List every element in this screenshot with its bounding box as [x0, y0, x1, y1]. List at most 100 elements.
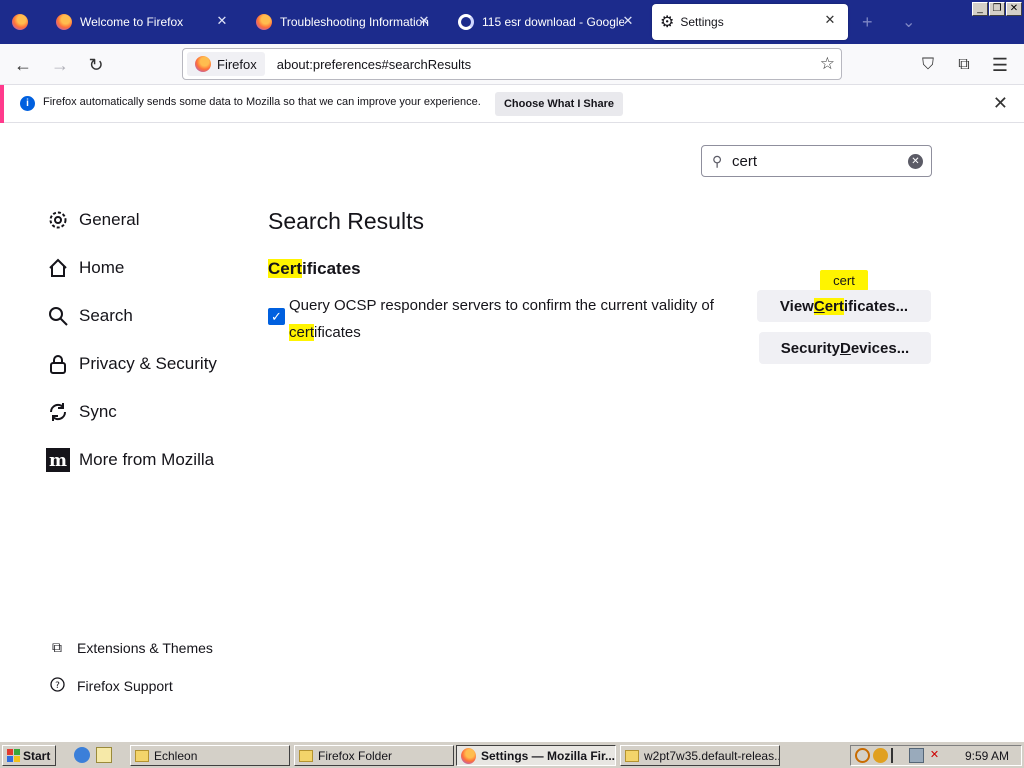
taskbar-item-settings-firefox[interactable]: Settings — Mozilla Fir... [456, 745, 616, 766]
tab-troubleshooting[interactable]: Troubleshooting Information ✕ [248, 0, 442, 44]
notepad-icon[interactable] [96, 747, 112, 763]
volume-muted-icon[interactable]: ✕ [927, 748, 942, 763]
category-general[interactable]: General [46, 208, 139, 232]
url-bar[interactable]: Firefox about:preferences#searchResults … [182, 48, 842, 80]
button-label-part: View [779, 297, 814, 315]
security-icon[interactable] [873, 748, 888, 763]
ocsp-checkbox-label[interactable]: Query OCSP responder servers to confirm … [289, 292, 719, 346]
network-icon[interactable] [909, 748, 924, 763]
accesskey-letter: D [839, 339, 851, 357]
clear-search-icon[interactable]: ✕ [908, 154, 923, 169]
search-highlight: cert [289, 324, 315, 341]
reload-button[interactable]: ↻ [83, 52, 109, 78]
minimize-button[interactable]: _ [972, 2, 988, 16]
puzzle-icon: ⧉ [52, 639, 62, 655]
google-icon [458, 14, 474, 30]
category-more-from-mozilla[interactable]: m More from Mozilla [46, 448, 214, 472]
clock: 9:59 AM [964, 748, 1009, 763]
taskbar-item-echleon[interactable]: Echleon [130, 745, 290, 766]
mozilla-icon: m [46, 448, 70, 472]
gear-icon: ⚙ [660, 14, 675, 31]
magnifier-icon[interactable] [855, 748, 870, 763]
taskbar-item-profile-folder[interactable]: w2pt7w35.default-releas... [620, 745, 780, 766]
security-devices-button[interactable]: Security Devices... [759, 332, 931, 364]
tab-title: Welcome to Firefox [80, 15, 184, 29]
firefox-icon [195, 56, 211, 72]
taskbar-item-label: Settings — Mozilla Fir... [480, 748, 615, 763]
tab-settings[interactable]: ⚙ Settings ✕ [652, 4, 848, 40]
close-icon[interactable]: ✕ [993, 93, 1008, 114]
folder-icon [299, 749, 313, 762]
choose-what-i-share-button[interactable]: Choose What I Share [495, 92, 623, 116]
search-icon: ⚲ [712, 152, 723, 169]
settings-search-input[interactable]: ⚲ cert ✕ [701, 145, 932, 177]
close-tab-icon[interactable]: ✕ [822, 12, 838, 28]
firefox-icon [461, 747, 476, 764]
category-search[interactable]: Search [46, 304, 133, 328]
close-tab-icon[interactable]: ✕ [620, 13, 636, 29]
identity-box[interactable]: Firefox [187, 52, 265, 76]
taskbar-item-firefox-folder[interactable]: Firefox Folder [294, 745, 454, 766]
firefox-menu-icon[interactable] [12, 0, 30, 44]
windows-logo-icon [7, 749, 20, 762]
category-sync[interactable]: Sync [46, 400, 117, 424]
search-value[interactable]: cert [732, 153, 757, 170]
category-home[interactable]: Home [46, 256, 124, 280]
pocket-icon: ⛉ [921, 56, 934, 73]
hamburger-menu-icon: ☰ [991, 54, 1009, 75]
home-icon [46, 256, 70, 280]
firefox-support-link[interactable]: ? Firefox Support [48, 677, 173, 695]
search-highlight: Cert [813, 297, 844, 315]
puzzle-icon: ⧉ [958, 56, 970, 73]
forward-button[interactable]: → [47, 52, 73, 78]
extensions-themes-link[interactable]: ⧉ Extensions & Themes [48, 639, 213, 656]
window-controls: _ ❐ ✕ [972, 2, 1022, 16]
flag-icon[interactable] [891, 748, 906, 763]
page-title: Search Results [268, 208, 424, 234]
notification-accent [0, 85, 4, 123]
tab-title: 115 esr download - Google Se [482, 15, 624, 29]
restore-button[interactable]: ❐ [989, 2, 1005, 16]
ocsp-label-rest: ificates [314, 324, 361, 341]
navigation-toolbar: ← → ↻ Firefox about:preferences#searchRe… [0, 44, 1024, 85]
taskbar-item-label: Firefox Folder [318, 748, 393, 763]
ocsp-checkbox[interactable]: ✓ [268, 308, 285, 325]
list-all-tabs-button[interactable]: ⌄ [902, 0, 920, 44]
button-label-part: Security [780, 339, 840, 357]
start-label: Start [23, 748, 51, 763]
back-button[interactable]: ← [10, 52, 36, 78]
checkmark-icon: ✓ [271, 309, 282, 324]
button-label-part: evices... [850, 339, 910, 357]
bookmark-star-icon[interactable]: ☆ [820, 54, 835, 74]
extensions-button[interactable]: ⧉ [951, 52, 977, 78]
category-label: General [79, 210, 140, 229]
start-button[interactable]: Start [2, 745, 56, 766]
url-text[interactable]: about:preferences#searchResults [277, 57, 471, 72]
lock-icon [46, 352, 70, 376]
arrow-left-icon: ← [14, 54, 32, 75]
category-privacy[interactable]: Privacy & Security [46, 352, 217, 376]
category-label: Privacy & Security [79, 354, 217, 373]
identity-label: Firefox [217, 56, 257, 72]
category-label: More from Mozilla [79, 450, 215, 469]
svg-text:m: m [49, 451, 67, 471]
footer-link-label: Firefox Support [77, 678, 173, 694]
tab-title: Troubleshooting Information [280, 15, 429, 29]
footer-link-label: Extensions & Themes [77, 639, 213, 656]
button-label-part: ificates... [843, 297, 909, 315]
category-label: Sync [79, 402, 117, 421]
close-window-button[interactable]: ✕ [1006, 2, 1022, 16]
close-tab-icon[interactable]: ✕ [214, 13, 230, 29]
tab-google-search[interactable]: 115 esr download - Google Se ✕ [450, 0, 646, 44]
data-reporting-notification: i Firefox automatically sends some data … [0, 85, 1024, 123]
tab-welcome[interactable]: Welcome to Firefox ✕ [48, 0, 240, 44]
view-certificates-button[interactable]: View Cert ificates... [757, 290, 931, 322]
new-tab-button[interactable]: + [862, 0, 880, 44]
taskbar: Start Echleon Firefox Folder Settings — … [0, 741, 1024, 768]
app-menu-button[interactable]: ☰ [987, 52, 1013, 78]
svg-text:?: ? [55, 681, 60, 691]
folder-icon [625, 749, 639, 762]
pocket-button[interactable]: ⛉ [915, 52, 941, 78]
close-tab-icon[interactable]: ✕ [416, 13, 432, 29]
internet-explorer-icon[interactable] [74, 747, 90, 763]
